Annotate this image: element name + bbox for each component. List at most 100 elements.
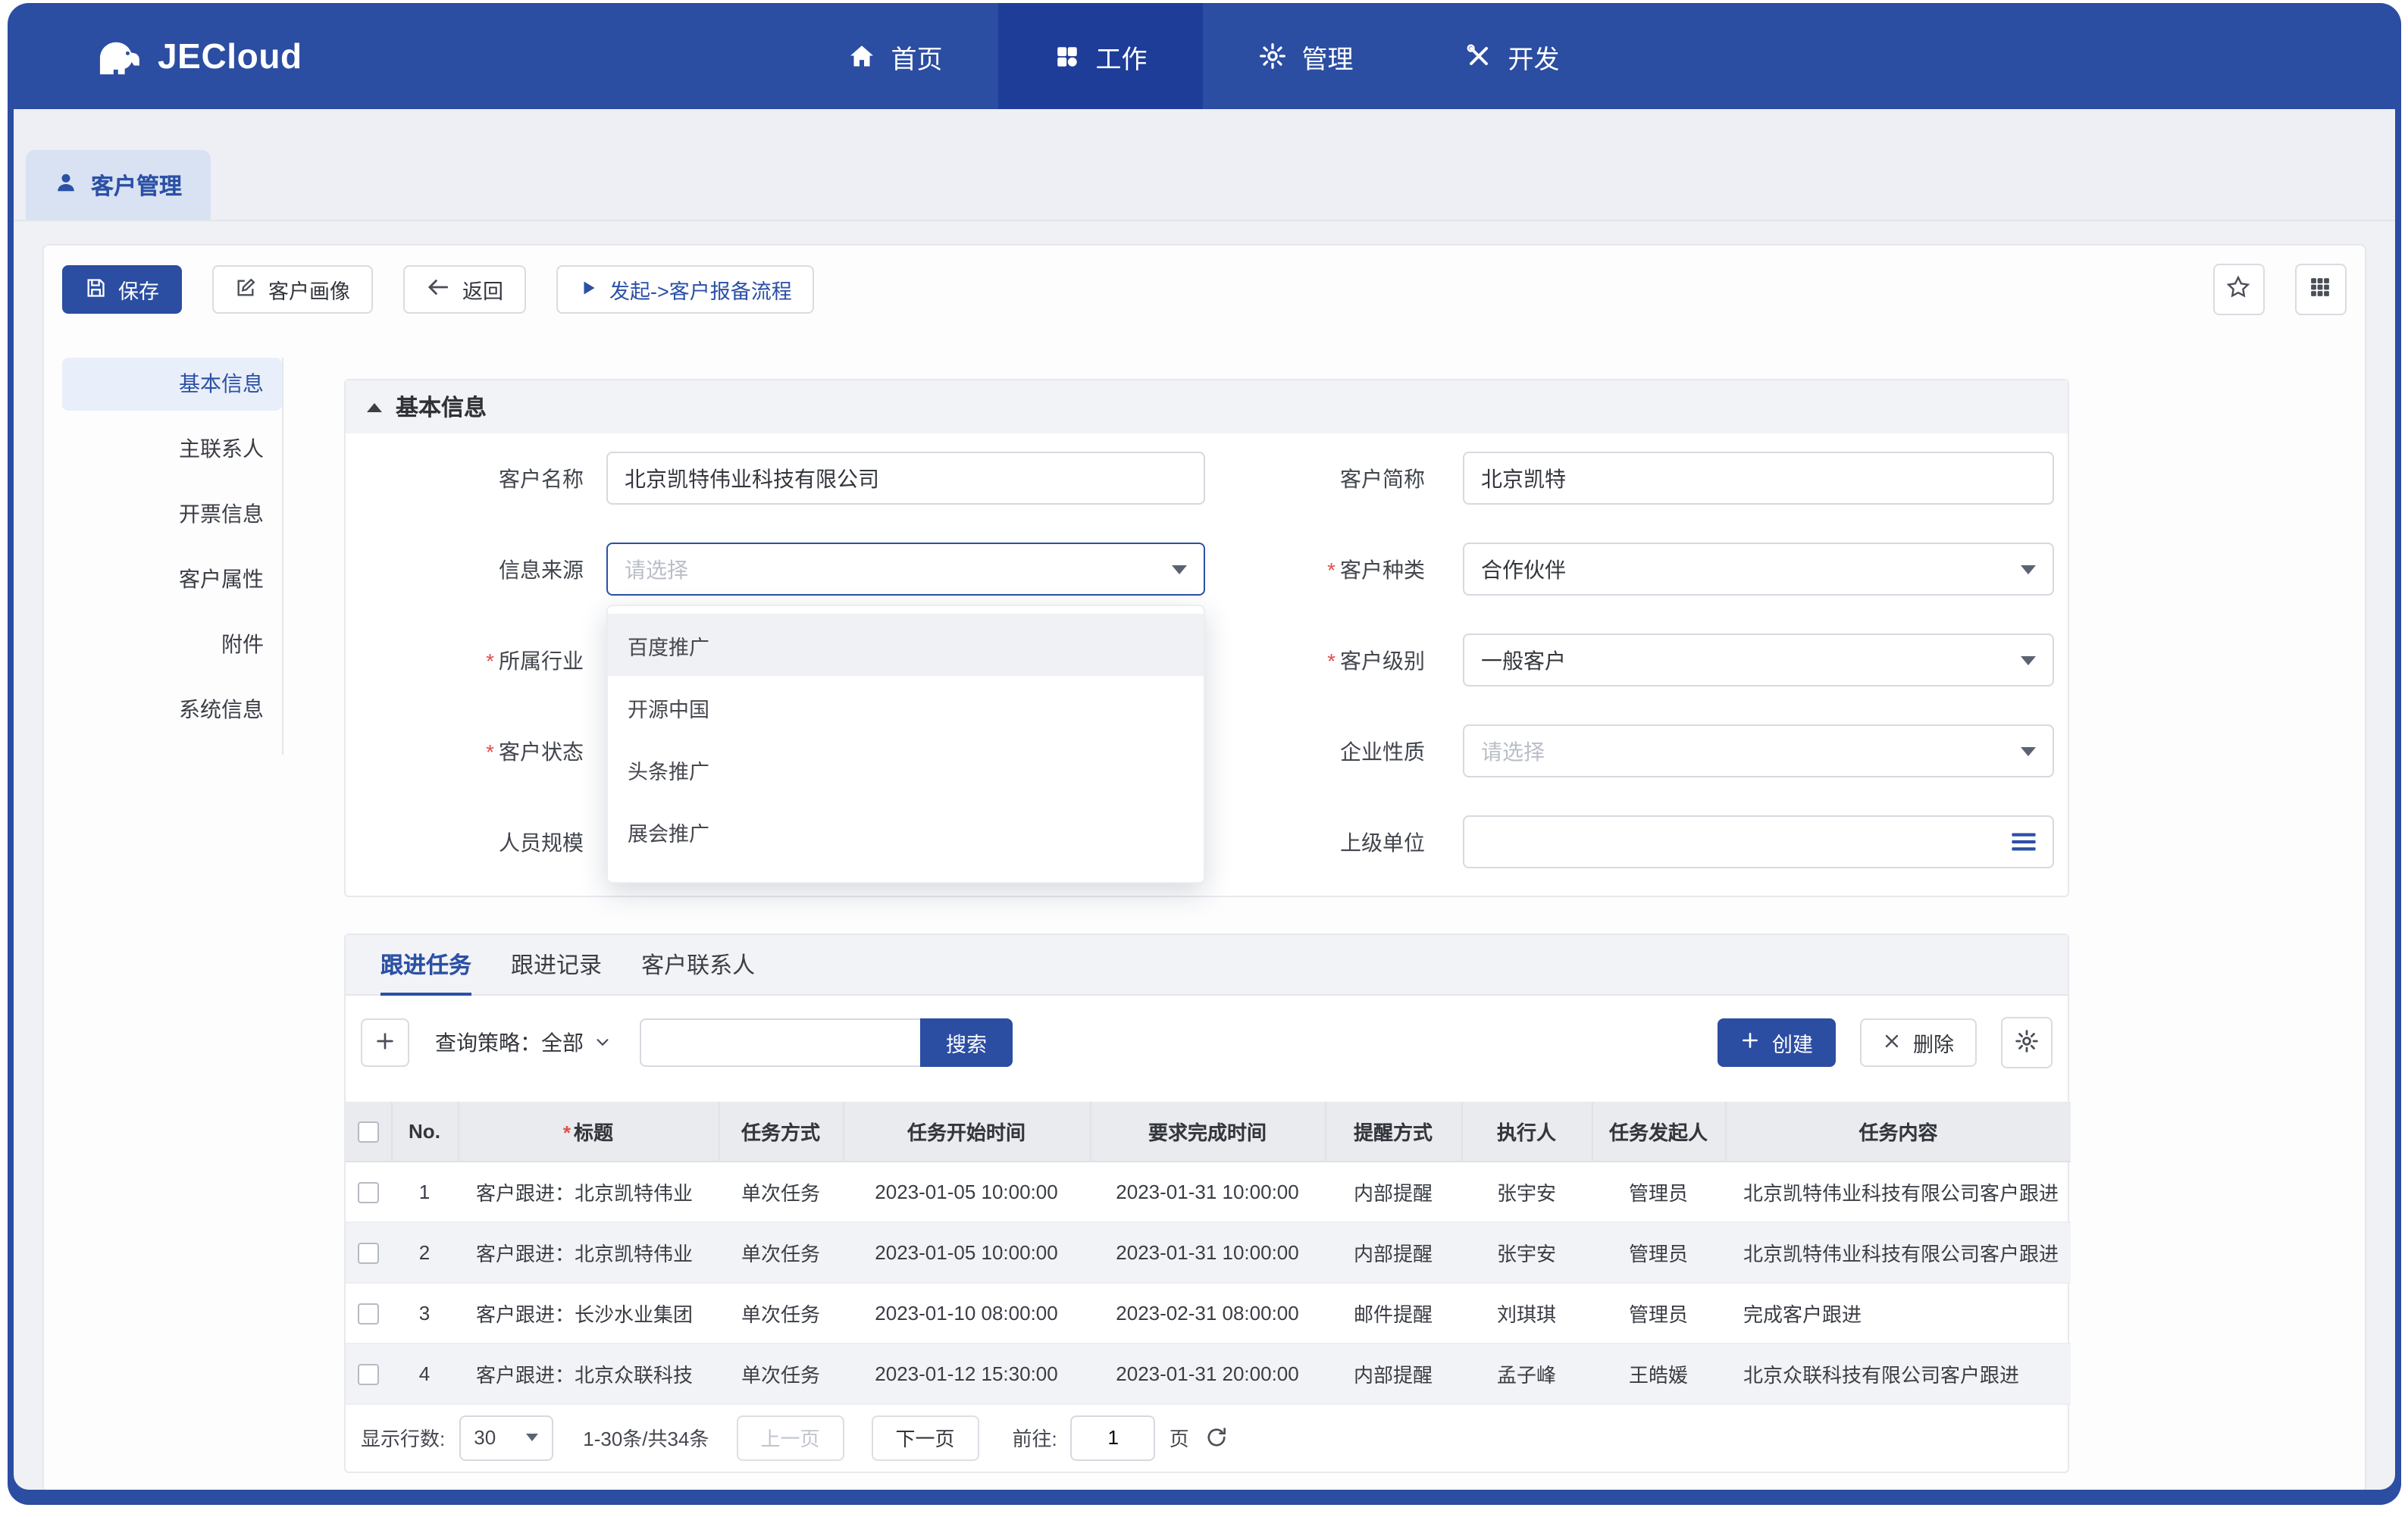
- page-unit-label: 页: [1170, 1423, 1189, 1452]
- nav-item-admin[interactable]: 管理: [1204, 3, 1410, 109]
- favorite-button[interactable]: [2212, 264, 2264, 315]
- tab-follow-records[interactable]: 跟进记录: [511, 935, 602, 994]
- customer-name-input[interactable]: [606, 452, 1205, 505]
- rows-per-page-select[interactable]: 30: [459, 1415, 553, 1460]
- page-number-input[interactable]: [1071, 1415, 1156, 1460]
- customer-short-input[interactable]: [1463, 452, 2054, 505]
- enterprise-nature-placeholder: 请选择: [1481, 736, 1545, 766]
- col-remind-type: 提醒方式: [1325, 1102, 1461, 1161]
- info-source-dropdown: 百度推广 开源中国 头条推广 展会推广: [606, 605, 1205, 884]
- dropdown-option-oschina[interactable]: 开源中国: [608, 676, 1204, 738]
- cell-content: 北京众联科技有限公司客户跟进: [1725, 1343, 2071, 1403]
- row-checkbox[interactable]: [358, 1303, 379, 1325]
- search-input[interactable]: [640, 1018, 920, 1067]
- back-button[interactable]: 返回: [403, 265, 526, 314]
- cell-executor: 刘琪琪: [1461, 1282, 1592, 1343]
- customer-level-select[interactable]: 一般客户: [1463, 633, 2054, 687]
- brand-name: JECloud: [158, 36, 302, 77]
- cell-task-type: 单次任务: [719, 1221, 843, 1282]
- chevron-down-icon: [1172, 565, 1187, 574]
- brand-logo[interactable]: JECloud: [8, 36, 302, 77]
- layout-grid-icon: [2309, 276, 2331, 303]
- tab-customer-management[interactable]: 客户管理: [26, 150, 211, 220]
- cell-executor: 张宇安: [1461, 1161, 1592, 1221]
- prev-page-button[interactable]: 上一页: [736, 1415, 844, 1460]
- col-due-time: 要求完成时间: [1090, 1102, 1325, 1161]
- cell-remind-type: 内部提醒: [1325, 1221, 1461, 1282]
- arrow-left-icon: [426, 277, 450, 302]
- info-source-select[interactable]: 请选择: [606, 543, 1205, 596]
- cell-start-time: 2023-01-05 10:00:00: [843, 1221, 1090, 1282]
- col-no: No.: [391, 1102, 458, 1161]
- dropdown-option-baidu[interactable]: 百度推广: [608, 614, 1204, 676]
- field-label-customer-kind: 客户种类: [1205, 554, 1463, 584]
- next-page-button[interactable]: 下一页: [871, 1415, 979, 1460]
- list-toolbar-right: 创建 删除: [1718, 1017, 2053, 1068]
- side-nav-invoice-info[interactable]: 开票信息: [62, 488, 282, 541]
- row-checkbox[interactable]: [358, 1243, 379, 1264]
- table-row[interactable]: 4 客户跟进：北京众联科技 单次任务 2023-01-12 15:30:00 2…: [346, 1343, 2071, 1403]
- table-row[interactable]: 3 客户跟进：长沙水业集团 单次任务 2023-01-10 08:00:00 2…: [346, 1282, 2071, 1343]
- dropdown-option-toutiao[interactable]: 头条推广: [608, 738, 1204, 800]
- goto-label: 前往:: [1013, 1423, 1057, 1452]
- search-button[interactable]: 搜索: [920, 1018, 1013, 1067]
- select-all-checkbox[interactable]: [358, 1121, 379, 1143]
- chevron-down-icon: [2021, 565, 2036, 574]
- side-nav-customer-attrs[interactable]: 客户属性: [62, 553, 282, 606]
- tab-customer-contacts[interactable]: 客户联系人: [641, 935, 755, 994]
- search-group: 搜索: [640, 1018, 1013, 1067]
- field-label-staff-scale: 人员规模: [346, 827, 606, 857]
- dropdown-option-expo[interactable]: 展会推广: [608, 800, 1204, 862]
- info-source-select-wrap: 请选择 百度推广 开源中国 头条推广 展会推广: [606, 543, 1205, 596]
- delete-button[interactable]: 删除: [1860, 1018, 1977, 1067]
- query-strategy-dropdown[interactable]: 查询策略：全部: [435, 1027, 611, 1058]
- col-task-type: 任务方式: [719, 1102, 843, 1161]
- list-icon: [2012, 832, 2036, 852]
- nav-item-dev[interactable]: 开发: [1410, 3, 1616, 109]
- refresh-icon[interactable]: [1206, 1426, 1229, 1449]
- collapse-icon: [367, 402, 382, 411]
- nav-item-label: 管理: [1302, 37, 1354, 75]
- cell-due-time: 2023-01-31 20:00:00: [1090, 1343, 1325, 1403]
- cell-no: 4: [391, 1343, 458, 1403]
- customer-kind-select[interactable]: 合作伙伴: [1463, 543, 2054, 596]
- basic-info-form: 客户名称 客户简称 信息来源 请选择: [346, 433, 2068, 896]
- start-flow-button[interactable]: 发起->客户报备流程: [556, 265, 815, 314]
- parent-unit-field[interactable]: [1463, 815, 2054, 868]
- cell-checkbox: [346, 1343, 391, 1403]
- side-nav-attachments[interactable]: 附件: [62, 618, 282, 671]
- nav-item-home[interactable]: 首页: [793, 3, 999, 109]
- table-settings-button[interactable]: [2001, 1017, 2053, 1068]
- col-executor: 执行人: [1461, 1102, 1592, 1161]
- nav-item-work[interactable]: 工作: [999, 3, 1204, 109]
- field-label-customer-name: 客户名称: [346, 463, 606, 493]
- cell-task-type: 单次任务: [719, 1282, 843, 1343]
- portrait-label: 客户画像: [268, 274, 350, 305]
- create-button[interactable]: 创建: [1718, 1018, 1836, 1067]
- row-checkbox[interactable]: [358, 1364, 379, 1385]
- tab-follow-tasks[interactable]: 跟进任务: [380, 935, 471, 994]
- cell-task-type: 单次任务: [719, 1343, 843, 1403]
- play-icon: [579, 278, 597, 301]
- related-lists-section: 跟进任务 跟进记录 客户联系人 查询策略：全部: [344, 934, 2069, 1472]
- col-start-time: 任务开始时间: [843, 1102, 1090, 1161]
- table-row[interactable]: 1 客户跟进：北京凯特伟业 单次任务 2023-01-05 10:00:00 2…: [346, 1161, 2071, 1221]
- tab-label: 客户管理: [91, 169, 182, 201]
- section-header-basic-info[interactable]: 基本信息: [346, 380, 2068, 433]
- customer-detail-panel: 保存 客户画像 返回 发起->客户报备流程: [42, 244, 2366, 1490]
- enterprise-nature-select[interactable]: 请选择: [1463, 724, 2054, 777]
- save-button[interactable]: 保存: [62, 265, 182, 314]
- home-icon: [849, 42, 876, 70]
- info-source-placeholder: 请选择: [625, 554, 688, 584]
- panel-body: 基本信息 主联系人 开票信息 客户属性 附件 系统信息 基本信息: [62, 358, 2346, 1472]
- customer-portrait-button[interactable]: 客户画像: [212, 265, 373, 314]
- side-nav-main-contact[interactable]: 主联系人: [62, 423, 282, 476]
- content-area: 保存 客户画像 返回 发起->客户报备流程: [14, 221, 2394, 1490]
- row-checkbox[interactable]: [358, 1182, 379, 1203]
- cell-start-time: 2023-01-05 10:00:00: [843, 1161, 1090, 1221]
- add-quick-button[interactable]: [361, 1018, 409, 1067]
- layout-button[interactable]: [2294, 264, 2346, 315]
- side-nav-basic-info[interactable]: 基本信息: [62, 358, 282, 411]
- table-row[interactable]: 2 客户跟进：北京凯特伟业 单次任务 2023-01-05 10:00:00 2…: [346, 1221, 2071, 1282]
- side-nav-system-info[interactable]: 系统信息: [62, 683, 282, 737]
